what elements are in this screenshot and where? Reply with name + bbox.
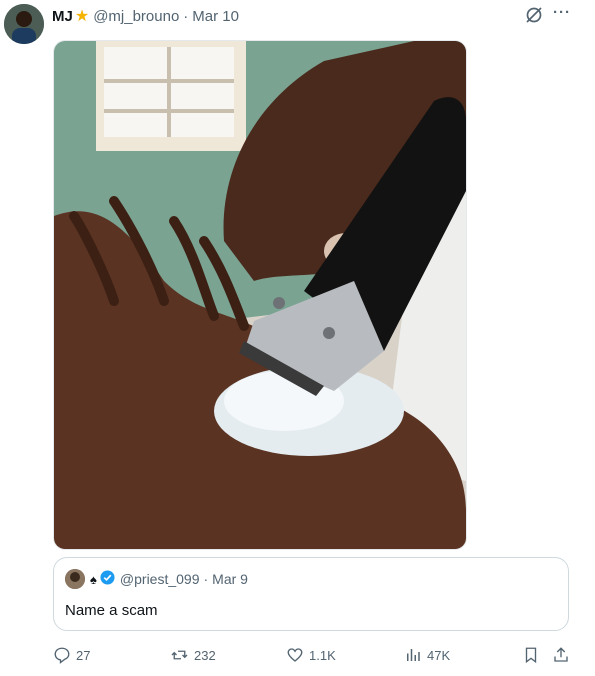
reply-button[interactable]: 27 <box>53 645 90 665</box>
spade-icon: ♠ <box>90 571 97 587</box>
quoted-avatar[interactable] <box>65 569 85 589</box>
star-icon: ★ <box>74 8 90 25</box>
quoted-date[interactable]: Mar 9 <box>212 571 248 587</box>
heart-icon <box>287 648 303 662</box>
reply-icon <box>54 647 70 664</box>
repost-button[interactable]: 232 <box>170 645 216 665</box>
tweet-photo[interactable] <box>53 40 467 550</box>
separator-dot: · <box>183 7 189 25</box>
tweet-header: MJ ★ @mj_brouno · Mar 10 <box>52 6 239 26</box>
verified-badge-icon <box>100 570 115 588</box>
more-options-button[interactable]: ··· <box>553 4 571 21</box>
grok-icon[interactable] <box>524 5 544 25</box>
quoted-tweet-text: Name a scam <box>65 602 158 619</box>
share-button[interactable] <box>552 645 575 665</box>
bookmark-icon <box>525 647 537 664</box>
views-icon <box>407 649 420 661</box>
quoted-tweet-header: ♠ @priest_099 · Mar 9 <box>65 569 248 589</box>
display-name[interactable]: MJ <box>52 8 73 25</box>
quoted-separator-dot: · <box>203 571 209 587</box>
avatar[interactable] <box>4 4 44 44</box>
quoted-handle[interactable]: @priest_099 <box>120 571 200 587</box>
quoted-tweet[interactable]: ♠ @priest_099 · Mar 9 Name a scam <box>53 557 569 631</box>
views-button[interactable]: 47K <box>404 645 450 665</box>
like-button[interactable]: 1.1K <box>286 645 336 665</box>
like-count: 1.1K <box>309 647 336 663</box>
reply-count: 27 <box>76 647 91 663</box>
bookmark-button[interactable] <box>523 645 544 665</box>
handle[interactable]: @mj_brouno <box>93 8 179 25</box>
repost-icon <box>171 650 188 660</box>
repost-count: 232 <box>194 647 216 663</box>
share-icon <box>554 647 568 662</box>
tweet-date[interactable]: Mar 10 <box>192 8 239 25</box>
view-count: 47K <box>427 647 451 663</box>
